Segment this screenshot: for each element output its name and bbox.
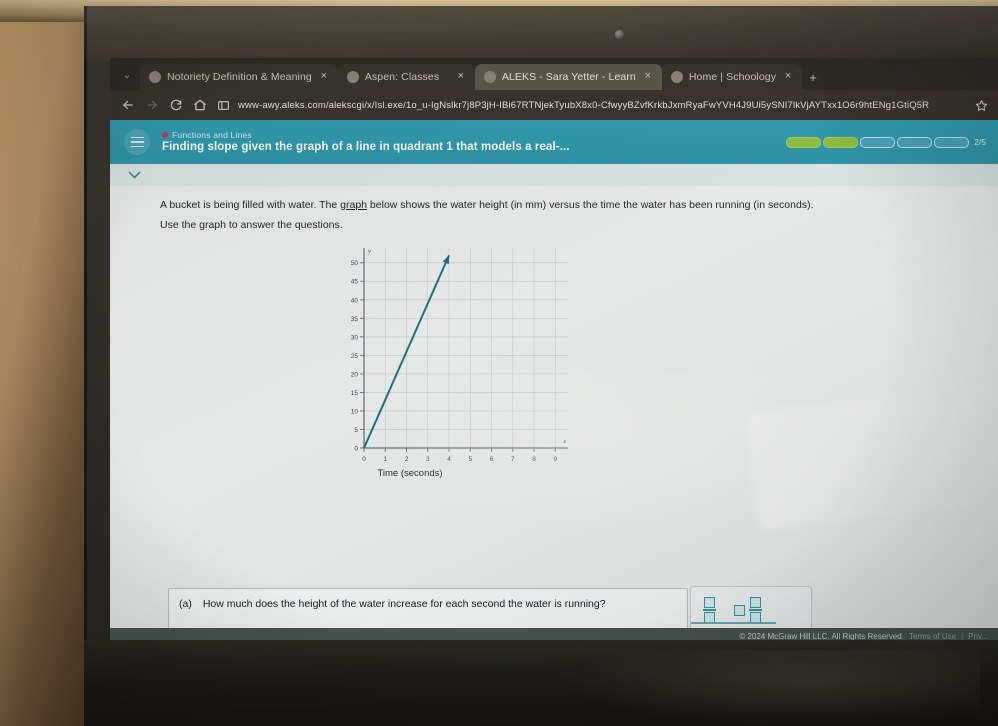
prompt-text-after: below shows the water height (in mm) ver… (367, 199, 814, 211)
favicon-icon (149, 71, 161, 83)
menu-hamburger-icon[interactable] (124, 129, 150, 155)
topic-kicker-row: Functions and Lines (162, 130, 774, 141)
close-icon[interactable]: × (782, 71, 794, 83)
svg-text:5: 5 (354, 427, 358, 434)
fraction-icon (749, 596, 762, 624)
page-title: Finding slope given the graph of a line … (162, 141, 570, 154)
progress-segment (786, 136, 822, 148)
laptop-base-reflection (560, 650, 980, 726)
svg-text:3: 3 (426, 456, 430, 463)
aleks-topic-header: Functions and Lines Finding slope given … (110, 120, 998, 164)
url-text: www-awy.aleks.com/alekscgi/x/Isl.exe/1o_… (238, 99, 930, 111)
problem-prompt: A bucket is being filled with water. The… (110, 186, 998, 238)
svg-text:35: 35 (351, 316, 359, 323)
svg-text:4: 4 (447, 456, 451, 463)
tab-title: Notoriety Definition & Meaning (167, 71, 312, 83)
aleks-page: Functions and Lines Finding slope given … (110, 120, 998, 644)
progress-segment (860, 136, 896, 148)
svg-text:10: 10 (351, 408, 359, 415)
browser-tab-0[interactable]: Notoriety Definition & Meaning × (140, 64, 338, 90)
svg-text:20: 20 (351, 371, 359, 378)
svg-text:30: 30 (351, 334, 359, 341)
coordinate-plot: 0 1 2 3 4 5 6 7 8 905101520253035404550xy (351, 247, 568, 463)
svg-text:x: x (562, 438, 566, 445)
svg-text:y: y (367, 248, 371, 255)
fraction-icon (703, 596, 716, 624)
whole-number-box-icon (734, 604, 745, 616)
palette-underline (730, 622, 776, 625)
graph-link[interactable]: graph (340, 199, 367, 211)
forward-arrow-icon (144, 98, 159, 113)
webcam (615, 30, 624, 39)
prompt-text-before: A bucket is being filled with water. The (160, 199, 341, 211)
collapse-bar (110, 164, 998, 186)
svg-text:0: 0 (362, 456, 366, 463)
topic-kicker-label: Functions and Lines (172, 129, 252, 140)
svg-text:0: 0 (354, 445, 358, 452)
address-bar[interactable]: www-awy.aleks.com/alekscgi/x/Isl.exe/1o_… (216, 96, 965, 115)
math-input-palette (690, 586, 812, 634)
svg-text:25: 25 (351, 353, 359, 360)
close-icon[interactable]: × (642, 71, 654, 83)
fraction-template-button[interactable] (691, 596, 737, 625)
svg-text:7: 7 (511, 456, 515, 463)
back-arrow-icon[interactable] (120, 98, 135, 113)
photo-of-laptop-screen: ⌄ Notoriety Definition & Meaning × Aspen… (0, 0, 998, 726)
svg-text:45: 45 (351, 279, 359, 286)
svg-text:8: 8 (532, 456, 536, 463)
svg-text:15: 15 (351, 390, 359, 397)
progress-segment (823, 136, 859, 148)
browser-tab-2-active[interactable]: ALEKS - Sara Yetter - Learn × (474, 64, 662, 90)
browser-tab-1[interactable]: Aspen: Classes × (337, 64, 475, 90)
bookmark-star-icon[interactable] (974, 98, 988, 113)
chevron-down-icon[interactable] (122, 167, 146, 183)
progress-bar (786, 136, 970, 148)
mixed-number-template-button[interactable] (730, 596, 776, 625)
svg-text:6: 6 (490, 456, 494, 463)
graph-figure: Height (mm) 0123456789051015202530354045… (110, 240, 998, 598)
close-icon[interactable]: × (455, 71, 467, 83)
progress-segment (934, 136, 970, 148)
progress-label: 2/5 (974, 137, 986, 147)
progress-indicator: 2/5 (786, 136, 986, 148)
topic-dot-icon (162, 131, 168, 138)
question-label: (a) (179, 598, 192, 610)
favicon-icon (483, 71, 496, 83)
browser-window: ⌄ Notoriety Definition & Meaning × Aspen… (110, 58, 998, 644)
prompt-line-1: A bucket is being filled with water. The… (160, 196, 950, 216)
svg-text:2: 2 (405, 456, 409, 463)
site-info-icon[interactable] (216, 98, 231, 113)
prompt-line-2: Use the graph to answer the questions. (160, 218, 343, 231)
x-axis-label: Time (seconds) (377, 467, 443, 479)
browser-toolbar: www-awy.aleks.com/alekscgi/x/Isl.exe/1o_… (110, 90, 998, 120)
topic-header-text: Functions and Lines Finding slope given … (162, 130, 774, 155)
reload-icon[interactable] (168, 98, 183, 113)
tab-list-chevron-icon[interactable]: ⌄ (114, 60, 140, 90)
question-a-box: (a) How much does the height of the wate… (168, 588, 688, 632)
favicon-icon (670, 71, 683, 83)
svg-text:50: 50 (351, 260, 359, 267)
svg-text:9: 9 (553, 456, 557, 463)
tab-title: Aspen: Classes (364, 71, 440, 83)
progress-segment (897, 136, 933, 148)
favicon-icon (346, 71, 359, 83)
close-icon[interactable]: × (318, 71, 330, 83)
tab-title: ALEKS - Sara Yetter - Learn (501, 71, 636, 83)
home-icon[interactable] (192, 98, 207, 113)
room-background-left (0, 0, 86, 726)
browser-tab-3[interactable]: Home | Schoology × (661, 64, 803, 90)
tab-title: Home | Schoology (688, 71, 777, 83)
new-tab-button[interactable]: + (802, 64, 824, 90)
browser-tab-strip: ⌄ Notoriety Definition & Meaning × Aspen… (110, 58, 998, 90)
question-text: How much does the height of the water in… (202, 598, 606, 610)
svg-text:1: 1 (383, 456, 387, 463)
svg-text:40: 40 (351, 297, 359, 304)
svg-text:5: 5 (468, 456, 472, 463)
plot-host: 0 1 2 3 4 5 6 7 8 9 0 5 10 15 20 25 30 35 40 45 50 x y (338, 240, 578, 475)
